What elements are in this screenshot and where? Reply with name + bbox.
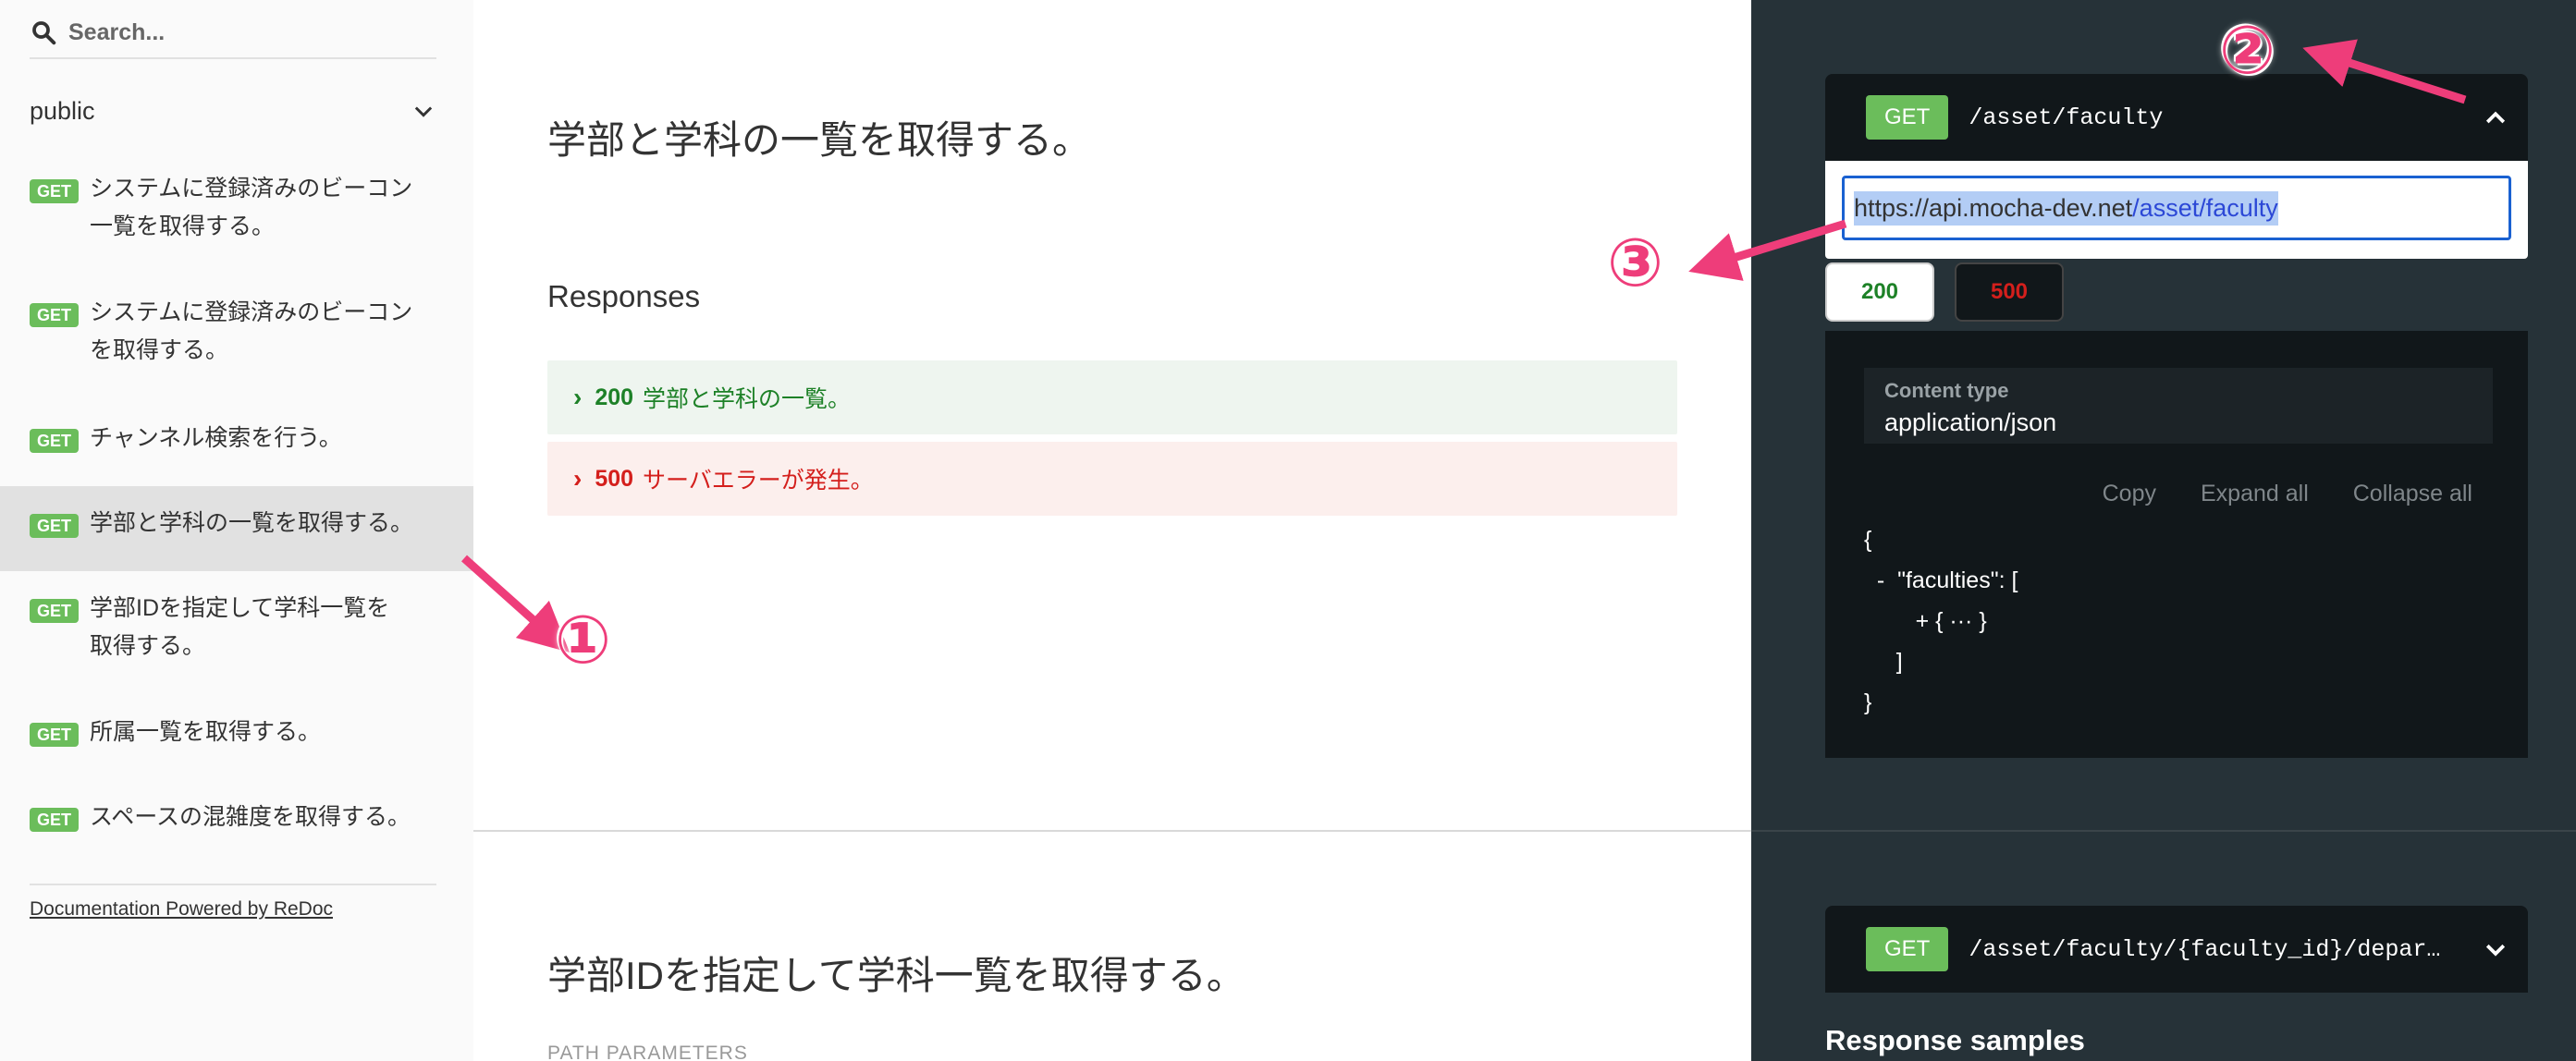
- response-code: 500: [595, 465, 634, 492]
- get-method-badge: GET: [1866, 927, 1949, 971]
- response-description: 学部と学科の一覧。: [643, 386, 852, 412]
- sidebar-item-label: 学部IDを指定して学科一覧を 取得する。: [90, 595, 390, 659]
- copy-button[interactable]: Copy: [2103, 481, 2156, 507]
- sidebar-item-channel-search[interactable]: GET チャンネル検索を行う。: [0, 425, 473, 471]
- sidebar-item-beacon[interactable]: GET システムに登録済みのビーコン を取得する。: [0, 299, 473, 396]
- json-line[interactable]: - "faculties": [: [1864, 560, 2018, 601]
- sidebar-item-label: システムに登録済みのビーコン 一覧を取得する。: [90, 176, 413, 239]
- section-label: public: [30, 96, 95, 125]
- next-operation-title: 学部IDを指定して学科一覧を取得する。: [547, 954, 1245, 997]
- endpoint-path: /asset/faculty: [1969, 104, 2164, 131]
- json-line: ]: [1864, 649, 1903, 675]
- response-500-toggle[interactable]: › 500 サーバエラーが発生。: [547, 442, 1677, 516]
- sidebar-item-label: チャンネル検索を行う。: [90, 425, 342, 451]
- annotation-marker-2: ②: [2219, 14, 2275, 88]
- chevron-down-icon: [2485, 944, 2506, 957]
- get-method-badge: GET: [30, 599, 80, 623]
- section-toggle-public[interactable]: public: [30, 89, 436, 133]
- response-tab-500[interactable]: 500: [1955, 262, 2064, 322]
- selected-url-text[interactable]: https://api.mocha-dev.net/asset/faculty: [1854, 190, 2278, 226]
- json-sample: { - "faculties": [ + { ··· } ] }: [1864, 519, 2018, 723]
- server-url-field[interactable]: https://api.mocha-dev.net/asset/faculty: [1842, 176, 2511, 240]
- sidebar-item-beacon-list[interactable]: GET システムに登録済みのビーコン 一覧を取得する。: [0, 176, 473, 272]
- json-line[interactable]: + { ··· }: [1864, 601, 2018, 641]
- sidebar-item-label: システムに登録済みのビーコン を取得する。: [90, 299, 413, 363]
- chevron-up-icon: [2485, 111, 2506, 124]
- operation-title: 学部と学科の一覧を取得する。: [547, 118, 1092, 162]
- get-method-badge: GET: [30, 179, 80, 203]
- get-method-badge: GET: [30, 429, 80, 453]
- expand-all-button[interactable]: Expand all: [2201, 481, 2309, 507]
- get-method-badge: GET: [30, 808, 80, 832]
- json-line: }: [1864, 689, 1872, 715]
- response-description: サーバエラーが発生。: [643, 468, 874, 494]
- chevron-right-icon: ›: [573, 464, 583, 493]
- response-sample-panel: Content type application/json Copy Expan…: [1825, 331, 2528, 758]
- main-content: 学部と学科の一覧を取得する。 Responses › 200 学部と学科の一覧。…: [473, 0, 1751, 1061]
- content-type-select[interactable]: Content type application/json: [1864, 368, 2493, 444]
- search-input[interactable]: Search...: [68, 19, 165, 46]
- chevron-right-icon: ›: [573, 383, 583, 411]
- get-method-badge: GET: [30, 723, 80, 747]
- response-tab-200[interactable]: 200: [1825, 262, 1934, 322]
- right-panel: GET /asset/faculty https://api.mocha-dev…: [1751, 0, 2576, 1061]
- redoc-page: Search... public GET システムに登録済みのビーコン 一覧を取得…: [0, 0, 2576, 1061]
- sidebar-item-department-list[interactable]: GET 学部IDを指定して学科一覧を 取得する。: [0, 595, 473, 691]
- search-box[interactable]: Search...: [30, 7, 436, 59]
- response-200-toggle[interactable]: › 200 学部と学科の一覧。: [547, 360, 1677, 434]
- content-type-label: Content type: [1884, 379, 2009, 402]
- section-divider: [473, 830, 1751, 832]
- endpoint-toggle[interactable]: GET /asset/faculty/{faculty_id}/depar…: [1825, 906, 2528, 993]
- sidebar-item-label: 所属一覧を取得する。: [90, 719, 322, 745]
- annotation-marker-3: ③: [1607, 226, 1663, 300]
- sidebar-item-faculty-list[interactable]: GET 学部と学科の一覧を取得する。: [0, 486, 473, 571]
- sidebar-item-label: 学部と学科の一覧を取得する。: [90, 510, 414, 536]
- sidebar-item-space-congestion[interactable]: GET スペースの混雑度を取得する。: [0, 804, 473, 850]
- responses-heading: Responses: [547, 279, 701, 313]
- sidebar-divider: [30, 884, 436, 885]
- sidebar-item-label: スペースの混雑度を取得する。: [90, 804, 411, 830]
- server-url-panel: https://api.mocha-dev.net/asset/faculty: [1825, 161, 2528, 259]
- get-method-badge: GET: [30, 514, 80, 538]
- endpoint-path: /asset/faculty/{faculty_id}/depar…: [1969, 935, 2441, 963]
- endpoint-toggle[interactable]: GET /asset/faculty: [1825, 74, 2528, 161]
- chevron-down-icon: [414, 106, 433, 117]
- redoc-powered-link[interactable]: Documentation Powered by ReDoc: [30, 898, 333, 921]
- section-divider: [1751, 830, 2576, 832]
- response-code: 200: [595, 384, 634, 410]
- json-line: {: [1864, 527, 1872, 553]
- get-method-badge: GET: [1866, 95, 1949, 140]
- get-method-badge: GET: [30, 303, 80, 327]
- collapse-all-button[interactable]: Collapse all: [2353, 481, 2472, 507]
- content-type-value: application/json: [1884, 409, 2057, 436]
- sidebar-item-affiliation-list[interactable]: GET 所属一覧を取得する。: [0, 719, 473, 765]
- search-icon: [32, 21, 56, 45]
- sample-actions: Copy Expand all Collapse all: [2103, 481, 2472, 507]
- response-samples-heading: Response samples: [1825, 1024, 2085, 1056]
- annotation-marker-1: ①: [555, 604, 611, 677]
- sidebar: Search... public GET システムに登録済みのビーコン 一覧を取得…: [0, 0, 473, 1061]
- path-parameters-heading: PATH PARAMETERS: [547, 1043, 748, 1061]
